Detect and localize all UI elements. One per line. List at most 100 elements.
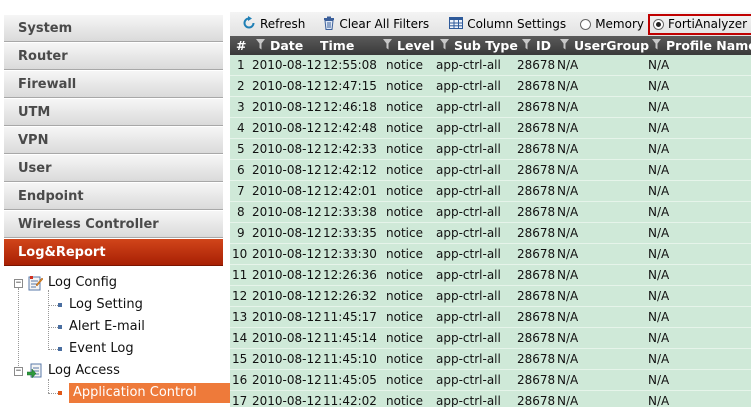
cell-date: 2010-08-12 [252, 394, 322, 407]
cell-id: 28678 [517, 121, 556, 135]
table-row[interactable]: 15 2010-08-12 11:45:10 notice app-ctrl-all 28… [230, 349, 751, 370]
cell-date: 2010-08-12 [252, 373, 322, 387]
table-row[interactable]: 7 2010-08-12 12:42:01 notice app-ctrl-all 286… [230, 181, 751, 202]
column-header-time[interactable]: Time [320, 36, 354, 55]
table-row[interactable]: 2 2010-08-12 12:47:15 notice app-ctrl-all 286… [230, 76, 751, 97]
table-row[interactable]: 10 2010-08-12 12:33:30 notice app-ctrl-all 28… [230, 244, 751, 265]
column-header-number[interactable]: # [236, 36, 246, 55]
cell-date: 2010-08-12 [252, 79, 322, 93]
memory-radio-icon[interactable] [580, 18, 592, 30]
cell-sub-type: app-ctrl-all [436, 268, 501, 282]
cell-profile-name: N/A [648, 289, 670, 303]
cell-usergroup: N/A [557, 184, 579, 198]
cell-id: 28678 [517, 142, 556, 156]
cell-sub-type: app-ctrl-all [436, 58, 501, 72]
table-row[interactable]: 6 2010-08-12 12:42:12 notice app-ctrl-all 286… [230, 160, 751, 181]
table-row[interactable]: 16 2010-08-12 11:45:05 notice app-ctrl-all 28… [230, 370, 751, 391]
cell-id: 28678 [517, 268, 556, 282]
cell-usergroup: N/A [557, 163, 579, 177]
memory-radio[interactable]: Memory [580, 17, 644, 31]
fortianalyzer-radio[interactable]: FortiAnalyzer [648, 13, 751, 35]
main-menu: System Router Firewall UTM VPN User Endp… [4, 14, 223, 266]
column-header-id[interactable]: ID [522, 36, 551, 55]
menu-item-utm[interactable]: UTM [4, 98, 223, 126]
cell-id: 28678 [517, 373, 556, 387]
tree-leaf-alert-email[interactable]: Alert E-mail [58, 317, 145, 337]
menu-item-user[interactable]: User [4, 154, 223, 182]
table-row[interactable]: 9 2010-08-12 12:33:35 notice app-ctrl-all 286… [230, 223, 751, 244]
column-settings-button[interactable]: Column Settings [449, 16, 567, 32]
cell-profile-name: N/A [648, 352, 670, 366]
cell-date: 2010-08-12 [252, 289, 322, 303]
clear-all-filters-button[interactable]: Clear All Filters [323, 16, 429, 33]
fortianalyzer-radio-icon[interactable] [653, 18, 664, 30]
cell-level: notice [386, 289, 423, 303]
filter-icon[interactable] [522, 36, 531, 55]
cell-sub-type: app-ctrl-all [436, 226, 501, 240]
table-row[interactable]: 5 2010-08-12 12:42:33 notice app-ctrl-all 286… [230, 139, 751, 160]
cell-sub-type: app-ctrl-all [436, 100, 501, 114]
menu-item-vpn[interactable]: VPN [4, 126, 223, 154]
memory-label: Memory [595, 17, 644, 31]
column-header-profile-name[interactable]: Profile Name [652, 36, 751, 55]
menu-item-system[interactable]: System [4, 14, 223, 42]
cell-number: 8 [237, 205, 245, 219]
tree-label-log-setting: Log Setting [69, 297, 143, 312]
tree-leaf-application-control[interactable]: Application Control [58, 383, 231, 403]
column-header-label: Profile Name [666, 38, 751, 53]
collapse-icon[interactable]: − [14, 278, 23, 288]
column-settings-label: Column Settings [467, 17, 567, 31]
column-header-sub-type[interactable]: Sub Type [440, 36, 518, 55]
cell-id: 28678 [517, 352, 556, 366]
menu-item-router[interactable]: Router [4, 42, 223, 70]
cell-time: 11:45:14 [323, 331, 377, 345]
cell-time: 12:46:18 [323, 100, 377, 114]
cell-id: 28678 [517, 205, 556, 219]
cell-level: notice [386, 100, 423, 114]
table-row[interactable]: 11 2010-08-12 12:26:36 notice app-ctrl-all 28… [230, 265, 751, 286]
column-header-usergroup[interactable]: UserGroup [560, 36, 649, 55]
log-config-icon [27, 275, 44, 291]
log-access-icon [26, 363, 43, 379]
cell-number: 7 [237, 184, 245, 198]
column-header-date[interactable]: Date [256, 36, 303, 55]
table-row[interactable]: 4 2010-08-12 12:42:48 notice app-ctrl-all 286… [230, 118, 751, 139]
cell-profile-name: N/A [648, 184, 670, 198]
cell-profile-name: N/A [648, 100, 670, 114]
cell-id: 28678 [517, 247, 556, 261]
table-row[interactable]: 17 2010-08-12 11:42:02 notice app-ctrl-all 28… [230, 391, 751, 407]
filter-icon[interactable] [560, 36, 569, 55]
filter-icon[interactable] [652, 36, 661, 55]
cell-time: 11:45:05 [323, 373, 377, 387]
tree-node-log-config[interactable]: − Log Config [14, 273, 117, 293]
cell-id: 28678 [517, 79, 556, 93]
cell-time: 11:45:17 [323, 310, 377, 324]
table-row[interactable]: 3 2010-08-12 12:46:18 notice app-ctrl-all 286… [230, 97, 751, 118]
tree-node-log-access[interactable]: − Log Access [14, 361, 120, 381]
filter-icon[interactable] [440, 36, 449, 55]
tree-leaf-event-log[interactable]: Event Log [58, 339, 134, 359]
filter-icon[interactable] [256, 36, 265, 55]
collapse-icon[interactable]: − [14, 366, 23, 376]
tree-connector [48, 327, 58, 328]
tree-leaf-log-setting[interactable]: Log Setting [58, 295, 143, 315]
cell-date: 2010-08-12 [252, 205, 322, 219]
bullet-icon [58, 303, 62, 307]
menu-item-endpoint[interactable]: Endpoint [4, 182, 223, 210]
table-row[interactable]: 8 2010-08-12 12:33:38 notice app-ctrl-all 286… [230, 202, 751, 223]
cell-time: 12:33:30 [323, 247, 377, 261]
refresh-button[interactable]: Refresh [242, 15, 305, 33]
table-row[interactable]: 12 2010-08-12 12:26:32 notice app-ctrl-all 28… [230, 286, 751, 307]
table-row[interactable]: 1 2010-08-12 12:55:08 notice app-ctrl-all 286… [230, 55, 751, 76]
cell-time: 12:42:33 [323, 142, 377, 156]
cell-id: 28678 [517, 100, 556, 114]
table-row[interactable]: 14 2010-08-12 11:45:14 notice app-ctrl-all 28… [230, 328, 751, 349]
menu-item-log-report[interactable]: Log&Report [4, 238, 223, 266]
menu-item-wireless-controller[interactable]: Wireless Controller [4, 210, 223, 238]
tree-connector [48, 349, 58, 350]
cell-date: 2010-08-12 [252, 352, 322, 366]
menu-item-firewall[interactable]: Firewall [4, 70, 223, 98]
column-header-level[interactable]: Level [383, 36, 434, 55]
table-row[interactable]: 13 2010-08-12 11:45:17 notice app-ctrl-all 28… [230, 307, 751, 328]
filter-icon[interactable] [383, 36, 392, 55]
